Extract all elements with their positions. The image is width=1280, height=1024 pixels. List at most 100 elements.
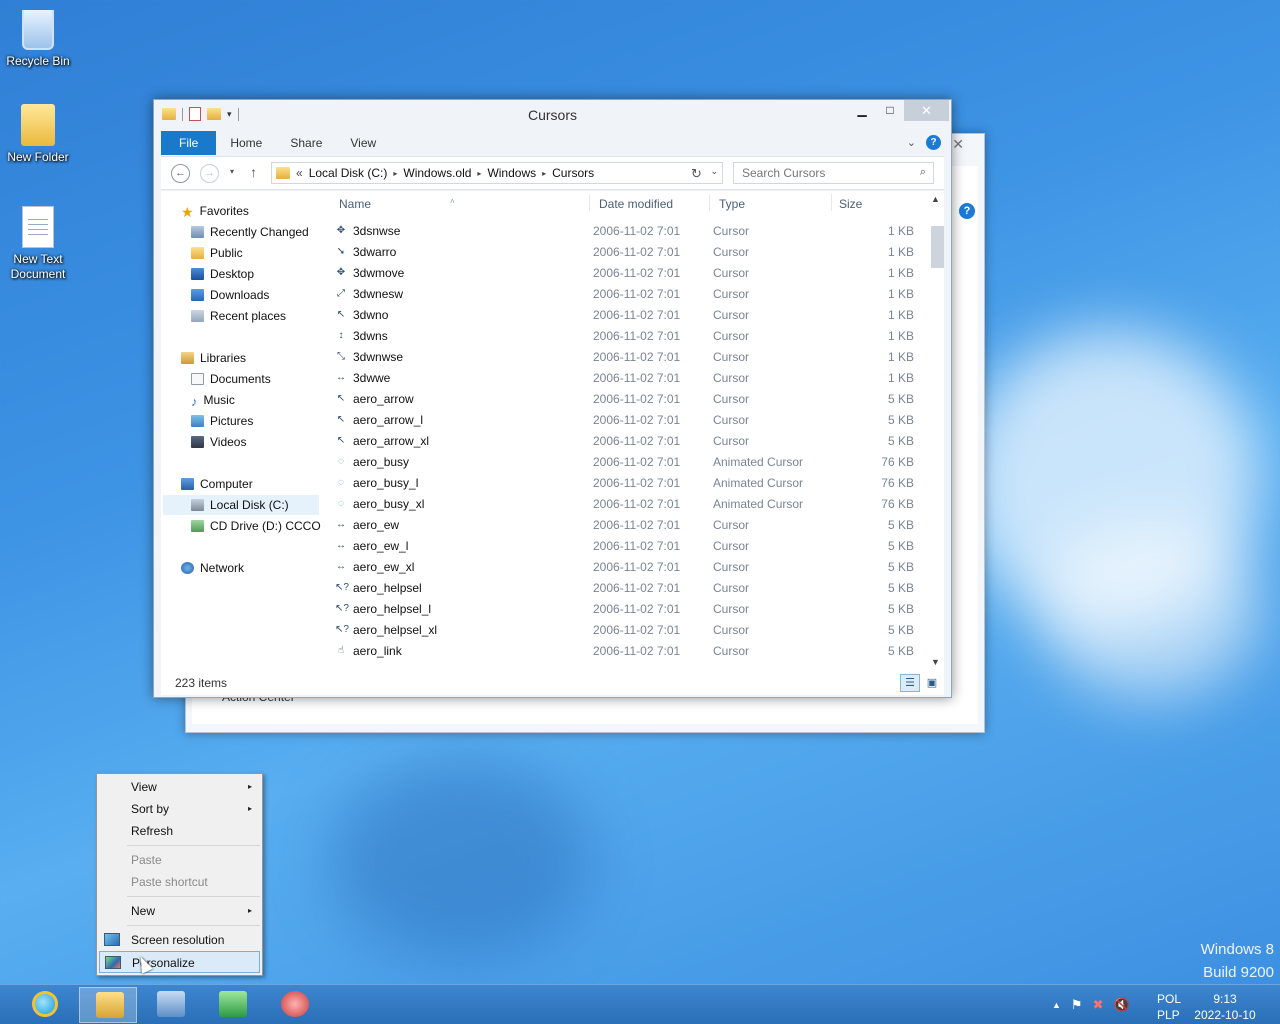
taskbar-button-tool[interactable] — [265, 987, 323, 1023]
column-divider[interactable] — [589, 194, 590, 211]
menu-item-sort-by[interactable]: Sort by ▸ — [99, 798, 260, 820]
table-row[interactable]: ↔ aero_ew_xl 2006-11-02 7:01 Cursor 5 KB — [327, 557, 924, 578]
nav-item-desktop[interactable]: Desktop — [163, 264, 319, 284]
up-button[interactable]: ↑ — [250, 164, 257, 180]
desktop-icon-new-folder[interactable]: New Folder — [0, 104, 76, 165]
recent-locations-icon[interactable]: ▾ — [230, 167, 234, 176]
table-row[interactable]: ⤢ 3dwnesw 2006-11-02 7:01 Cursor 1 KB — [327, 284, 924, 305]
maximize-button[interactable]: □ — [876, 100, 904, 121]
taskbar-button-internet-explorer[interactable] — [16, 987, 74, 1023]
table-row[interactable]: ↖? aero_helpsel_xl 2006-11-02 7:01 Cursor 5 … — [327, 620, 924, 641]
table-row[interactable]: ↖ aero_arrow_xl 2006-11-02 7:01 Cursor 5 KB — [327, 431, 924, 452]
nav-item-libraries[interactable]: Libraries — [163, 348, 319, 368]
address-bar[interactable]: « Local Disk (C:) ▸ Windows.old ▸ Window… — [271, 162, 723, 184]
clock[interactable]: 9:13 2022-10-10 — [1190, 991, 1260, 1023]
details-view-icon[interactable]: ☰ — [900, 674, 920, 692]
help-icon[interactable]: ? — [926, 135, 941, 150]
file-rows[interactable]: ↕ 3dsns 2006-11-02 7:01 Cursor 1 KB ✥ 3dsnwse 2… — [327, 214, 924, 671]
refresh-icon[interactable]: ↻ — [691, 166, 702, 182]
nav-item-music[interactable]: ♪ Music — [163, 390, 319, 410]
table-row[interactable]: ↖ 3dwno 2006-11-02 7:01 Cursor 1 KB — [327, 305, 924, 326]
tab-share[interactable]: Share — [276, 131, 336, 155]
action-center-flag-icon[interactable]: ⚑ — [1071, 997, 1083, 1013]
table-row[interactable]: ↖ aero_arrow 2006-11-02 7:01 Cursor 5 KB — [327, 389, 924, 410]
breadcrumb-cursors[interactable]: Cursors — [546, 166, 600, 180]
table-row[interactable]: ↔ aero_ew 2006-11-02 7:01 Cursor 5 KB — [327, 515, 924, 536]
nav-item-recent-places[interactable]: Recent places — [163, 306, 319, 326]
column-header-date[interactable]: Date modified — [599, 197, 673, 211]
file-list[interactable]: Name ˄ Date modified Type Size ↕ 3dsns 200… — [327, 191, 944, 671]
column-header-type[interactable]: Type — [719, 197, 745, 211]
taskbar-button-installer[interactable] — [203, 987, 261, 1023]
desktop-context-menu[interactable]: View ▸ Sort by ▸ Refresh Paste Paste sho… — [96, 773, 263, 976]
table-row[interactable]: ↖? aero_helpsel_l 2006-11-02 7:01 Cursor 5 K… — [327, 599, 924, 620]
menu-item-refresh[interactable]: Refresh — [99, 820, 260, 842]
table-row[interactable]: ✥ 3dsnwse 2006-11-02 7:01 Cursor 1 KB — [327, 221, 924, 242]
menu-item-paste[interactable]: Paste — [99, 849, 260, 871]
column-header-size[interactable]: Size — [839, 197, 862, 211]
table-row[interactable]: ◌ aero_busy_xl 2006-11-02 7:01 Animated Cur… — [327, 494, 924, 515]
table-row[interactable]: ↔ aero_ew_l 2006-11-02 7:01 Cursor 5 KB — [327, 536, 924, 557]
menu-item-new[interactable]: New ▸ — [99, 900, 260, 922]
input-language-indicator[interactable]: POL PLP — [1157, 991, 1181, 1023]
column-header-name[interactable]: Name — [339, 197, 371, 211]
nav-item-local-disk-c[interactable]: Local Disk (C:) — [163, 495, 319, 515]
table-row[interactable]: ↔ 3dwwe 2006-11-02 7:01 Cursor 1 KB — [327, 368, 924, 389]
expand-ribbon-icon[interactable]: ⌄ — [907, 136, 916, 149]
network-disconnected-icon[interactable]: ✖ — [1093, 997, 1104, 1013]
nav-item-network[interactable]: Network — [163, 558, 319, 578]
table-row[interactable]: ◌ aero_busy_l 2006-11-02 7:01 Animated Curs… — [327, 473, 924, 494]
minimize-button[interactable]: ▁ — [848, 100, 876, 121]
help-icon[interactable]: ? — [959, 203, 975, 219]
nav-item-videos[interactable]: Videos — [163, 432, 319, 452]
close-button[interactable]: ✕ — [904, 100, 949, 121]
menu-item-personalize[interactable]: Personalize — [99, 951, 260, 973]
nav-item-computer[interactable]: Computer — [163, 474, 319, 494]
show-hidden-icons-icon[interactable]: ▲ — [1052, 1000, 1061, 1010]
vertical-scrollbar[interactable]: ▲ ▼ — [927, 191, 944, 671]
table-row[interactable]: ↕ 3dwns 2006-11-02 7:01 Cursor 1 KB — [327, 326, 924, 347]
nav-item-downloads[interactable]: Downloads — [163, 285, 319, 305]
nav-item-pictures[interactable]: Pictures — [163, 411, 319, 431]
nav-item-public[interactable]: Public — [163, 243, 319, 263]
scroll-down-icon[interactable]: ▼ — [927, 654, 944, 671]
title-bar[interactable]: ▾ Cursors ▁ □ ✕ — [154, 100, 951, 130]
table-row[interactable]: ↕ 3dsns 2006-11-02 7:01 Cursor 1 KB — [327, 214, 924, 221]
breadcrumb-windows-old[interactable]: Windows.old — [397, 166, 477, 180]
search-icon[interactable]: ⌕ — [920, 166, 926, 179]
breadcrumb-local-disk[interactable]: Local Disk (C:) — [303, 166, 394, 180]
volume-muted-icon[interactable]: 🔇 — [1113, 997, 1129, 1013]
table-row[interactable]: ⤡ 3dwnwse 2006-11-02 7:01 Cursor 1 KB — [327, 347, 924, 368]
tab-file[interactable]: File — [161, 131, 217, 155]
column-divider[interactable] — [709, 194, 710, 211]
taskbar[interactable]: ▲ ⚑ ✖ 🔇 POL PLP 9:13 2022-10-10 — [0, 984, 1280, 1024]
table-row[interactable]: ➘ 3dwarro 2006-11-02 7:01 Cursor 1 KB — [327, 242, 924, 263]
menu-item-paste-shortcut[interactable]: Paste shortcut — [99, 871, 260, 893]
navigation-pane[interactable]: ★ Favorites Recently Changed Public Desktop D… — [161, 191, 321, 671]
search-input[interactable]: Search Cursors ⌕ — [733, 162, 934, 184]
menu-item-view[interactable]: View ▸ — [99, 776, 260, 798]
taskbar-button-file-explorer[interactable] — [79, 987, 137, 1023]
large-icons-view-icon[interactable]: ▣ — [922, 674, 942, 692]
nav-item-documents[interactable]: Documents — [163, 369, 319, 389]
close-icon[interactable]: ✕ — [952, 136, 964, 153]
address-dropdown-icon[interactable]: ⌄ — [710, 166, 718, 177]
tab-home[interactable]: Home — [216, 131, 276, 155]
breadcrumb-windows[interactable]: Windows — [481, 166, 542, 180]
table-row[interactable]: ↖ aero_arrow_l 2006-11-02 7:01 Cursor 5 KB — [327, 410, 924, 431]
scroll-thumb[interactable] — [931, 226, 944, 268]
nav-item-favorites[interactable]: ★ Favorites — [163, 201, 319, 221]
address-overflow[interactable]: « — [296, 166, 303, 180]
table-row[interactable]: ↖? aero_helpsel 2006-11-02 7:01 Cursor 5 KB — [327, 578, 924, 599]
column-divider[interactable] — [831, 194, 832, 211]
table-row[interactable]: ◌ aero_busy 2006-11-02 7:01 Animated Cursor… — [327, 452, 924, 473]
tab-view[interactable]: View — [336, 131, 390, 155]
explorer-window[interactable]: ▾ Cursors ▁ □ ✕ File Home Share View ⌄ ?… — [153, 99, 952, 698]
desktop-icon-recycle-bin[interactable]: Recycle Bin — [0, 4, 76, 69]
nav-item-recently-changed[interactable]: Recently Changed — [163, 222, 319, 242]
nav-item-cd-drive-d-cccoi[interactable]: CD Drive (D:) CCCOI — [163, 516, 321, 536]
table-row[interactable]: ☝ aero_link 2006-11-02 7:01 Cursor 5 KB — [327, 641, 924, 662]
desktop-icon-new-text-document[interactable]: New Text Document — [0, 206, 76, 282]
menu-item-screen-resolution[interactable]: Screen resolution — [99, 929, 260, 951]
scroll-up-icon[interactable]: ▲ — [927, 191, 944, 208]
